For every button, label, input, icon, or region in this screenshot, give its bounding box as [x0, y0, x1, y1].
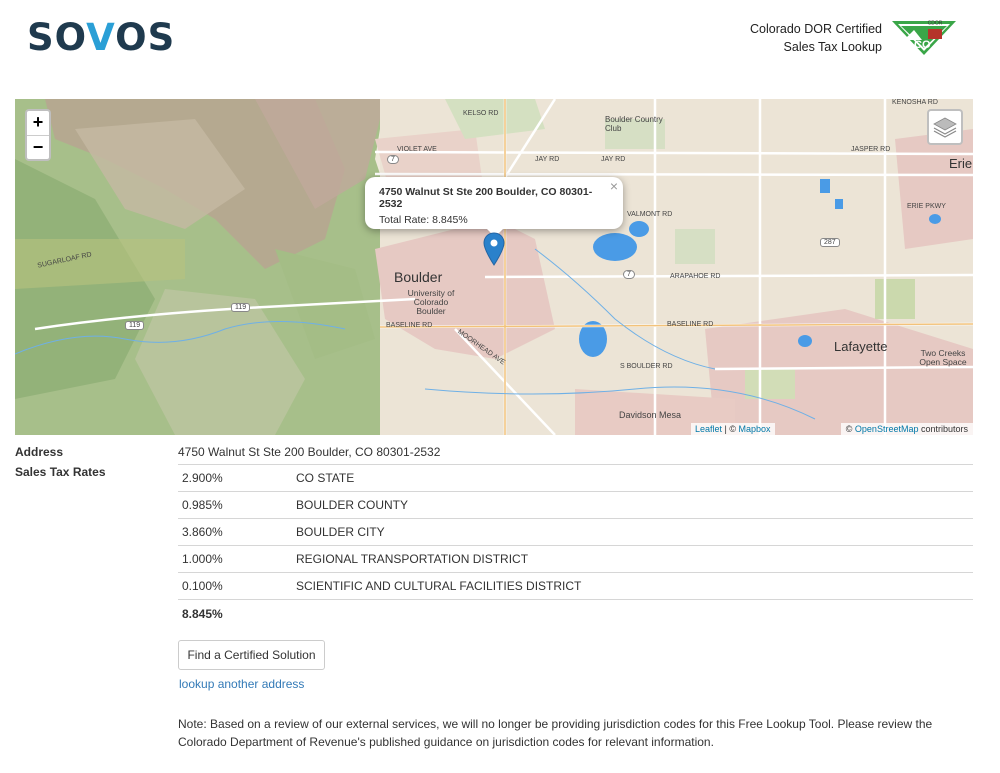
map-label-arapahoe: ARAPAHOE RD [670, 273, 721, 280]
rate-jurisdiction: BOULDER COUNTY [296, 498, 409, 512]
map-label-violet: VIOLET AVE [397, 146, 437, 153]
map-marker-icon[interactable] [483, 232, 505, 266]
osm-contributors: contributors [918, 424, 968, 434]
map-label-university: University of Colorado Boulder [407, 288, 455, 316]
logo-text-suffix: OS [115, 16, 176, 59]
cdor-logo-icon: CDOR CO [892, 21, 956, 55]
cert-line-1: Colorado DOR Certified [750, 22, 882, 36]
layers-icon [933, 117, 957, 138]
openstreetmap-link[interactable]: OpenStreetMap [855, 424, 919, 434]
map-attribution-osm: © OpenStreetMap contributors [840, 423, 973, 435]
map-label-jasper: JASPER RD [851, 146, 891, 153]
route-shield-287: 287 [820, 238, 840, 247]
rate-jurisdiction: SCIENTIFIC AND CULTURAL FACILITIES DISTR… [296, 579, 582, 593]
find-certified-solution-button[interactable]: Find a Certified Solution [178, 640, 325, 670]
map-label-erie: Erie [949, 156, 973, 171]
rate-percent: 0.985% [182, 498, 223, 512]
logo-text-v: V [86, 16, 116, 59]
map-attribution-leaflet: Leaflet | © Mapbox [691, 423, 775, 435]
map-label-lafayette: Lafayette [834, 339, 888, 354]
map-label-kelso: KELSO RD [463, 110, 499, 117]
map-label-valmont: VALMONT RD [627, 211, 673, 218]
note-text: Note: Based on a review of our external … [178, 717, 933, 749]
rate-row: 0.100% SCIENTIFIC AND CULTURAL FACILITIES… [178, 572, 973, 599]
map-label-davidson-mesa: Davidson Mesa [619, 410, 682, 420]
route-shield-7: 7 [387, 155, 399, 164]
mapbox-link[interactable]: Mapbox [739, 424, 771, 434]
zoom-out-button[interactable]: − [27, 135, 49, 159]
rate-percent: 0.100% [182, 579, 223, 593]
logo-text-prefix: SO [27, 16, 87, 59]
address-value: 4750 Walnut St Ste 200 Boulder, CO 80301… [178, 445, 441, 459]
certification-text: Colorado DOR Certified Sales Tax Lookup [750, 20, 882, 56]
leaflet-link[interactable]: Leaflet [695, 424, 722, 434]
rate-jurisdiction: REGIONAL TRANSPORTATION DISTRICT [296, 552, 529, 566]
layers-button[interactable] [927, 109, 963, 145]
attribution-separator: | © [722, 424, 739, 434]
total-rate: 8.845% [182, 607, 223, 621]
rate-percent: 1.000% [182, 552, 223, 566]
map-label-s-boulder: S BOULDER RD [620, 363, 673, 370]
rate-row: 0.985% BOULDER COUNTY [178, 491, 973, 518]
popup-close-button[interactable]: × [610, 178, 618, 194]
cert-line-2: Sales Tax Lookup [783, 40, 882, 54]
co-text: CO [914, 39, 931, 51]
rates-label: Sales Tax Rates [15, 465, 106, 479]
page-header: SOVOS Colorado DOR Certified Sales Tax L… [0, 0, 1000, 90]
map-tiles [15, 99, 973, 435]
route-shield-119: 119 [125, 321, 145, 330]
map-label-jay: JAY RD [535, 156, 560, 163]
map-label-two-creeks: Two Creeks Open Space [919, 348, 967, 367]
map-label-erie-pkwy: ERIE PKWY [907, 203, 946, 210]
zoom-in-button[interactable]: + [27, 111, 49, 135]
popup-total-rate: Total Rate: 8.845% [379, 214, 468, 226]
map-label-boulder: Boulder [394, 269, 443, 285]
lookup-another-address-link[interactable]: lookup another address [179, 677, 304, 691]
route-shield-119-east: 119 [231, 303, 251, 312]
map-label-jay-east: JAY RD [601, 156, 626, 163]
map-label-baseline-east: BASELINE RD [667, 321, 714, 328]
rates-table: 2.900% CO STATE 0.985% BOULDER COUNTY 3.86… [178, 464, 973, 625]
location-popup: 4750 Walnut St Ste 200 Boulder, CO 80301… [365, 177, 623, 237]
rate-row: 2.900% CO STATE [178, 464, 973, 491]
osm-prefix: © [845, 424, 855, 434]
rate-percent: 3.860% [182, 525, 223, 539]
map-label-baseline: BASELINE RD [386, 322, 433, 329]
rate-jurisdiction: CO STATE [296, 471, 355, 485]
total-row: 8.845% [178, 599, 973, 625]
rate-percent: 2.900% [182, 471, 223, 485]
rate-jurisdiction: BOULDER CITY [296, 525, 385, 539]
popup-address: 4750 Walnut St Ste 200 Boulder, CO 80301… [379, 186, 593, 210]
route-shield-7-east: 7 [623, 270, 635, 279]
rate-row: 1.000% REGIONAL TRANSPORTATION DISTRICT [178, 545, 973, 572]
cdor-badge-text: CDOR [928, 21, 943, 27]
sovos-logo[interactable]: SOVOS [27, 16, 175, 59]
rate-row: 3.860% BOULDER CITY [178, 518, 973, 545]
address-label: Address [15, 445, 64, 459]
map-view[interactable]: Boulder University of Colorado Boulder L… [15, 99, 973, 435]
map-label-kenosha: KENOSHA RD [892, 99, 938, 106]
zoom-control: + − [25, 109, 51, 161]
map-label-country-club: Boulder Country Club [605, 115, 663, 133]
